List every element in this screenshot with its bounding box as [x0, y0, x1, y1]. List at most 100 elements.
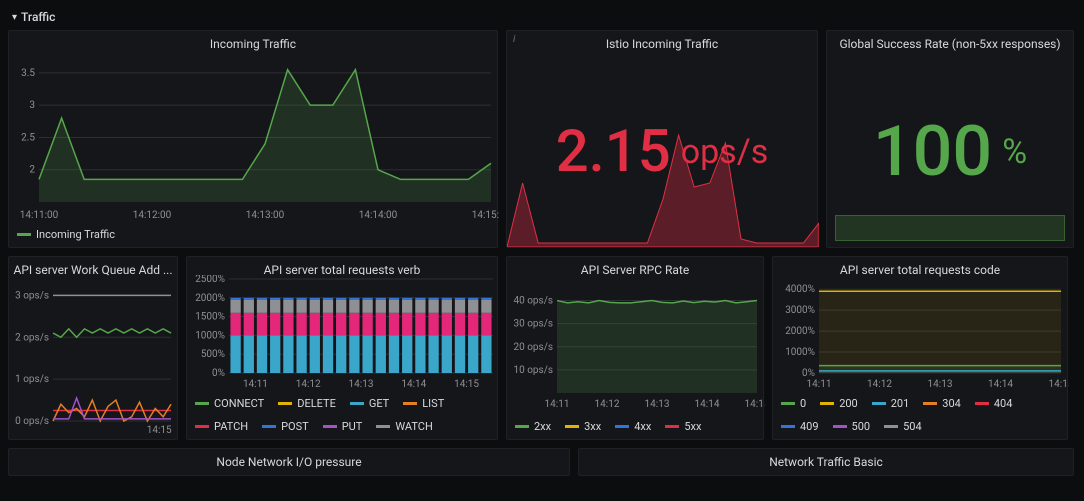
legend-item[interactable]: 0 — [781, 397, 806, 410]
panel-node-io[interactable]: Node Network I/O pressure — [8, 448, 570, 476]
legend-item[interactable]: 4xx — [615, 420, 651, 433]
svg-text:10 ops/s: 10 ops/s — [514, 365, 554, 376]
panel-workqueue[interactable]: API server Work Queue Add ... 0 ops/s1 o… — [8, 256, 178, 440]
svg-text:2000%: 2000% — [785, 326, 815, 337]
legend-code: 0 200 201 304 404 409 500 504 — [773, 393, 1067, 439]
legend-item[interactable]: 200 — [820, 397, 858, 410]
svg-text:14:14: 14:14 — [401, 379, 426, 390]
legend-rpc: 2xx 3xx 4xx 5xx — [507, 416, 763, 439]
legend-swatch — [17, 233, 31, 236]
svg-text:3: 3 — [29, 100, 35, 111]
legend-swatch — [350, 402, 364, 405]
section-header-traffic[interactable]: ▾ Traffic — [8, 4, 1076, 30]
svg-text:14:14:00: 14:14:00 — [359, 210, 398, 221]
legend-item[interactable]: 504 — [884, 420, 922, 433]
success-value: 100 — [873, 111, 992, 193]
svg-text:14:15:00: 14:15:00 — [472, 210, 499, 221]
svg-text:1 ops/s: 1 ops/s — [15, 374, 49, 385]
legend-label: POST — [281, 420, 309, 433]
legend-swatch — [781, 425, 795, 428]
svg-text:30 ops/s: 30 ops/s — [514, 319, 554, 330]
legend-label: WATCH — [395, 420, 432, 433]
panel-rpc[interactable]: API Server RPC Rate 10 ops/s20 ops/s30 o… — [506, 256, 764, 440]
legend-item[interactable]: DELETE — [278, 397, 336, 410]
legend-swatch — [884, 425, 898, 428]
legend-label: 0 — [800, 397, 806, 410]
legend-swatch — [615, 425, 629, 428]
svg-text:3000%: 3000% — [785, 305, 815, 316]
svg-text:2.5: 2.5 — [21, 132, 35, 143]
panel-title: API Server RPC Rate — [507, 257, 763, 283]
legend-item[interactable]: 409 — [781, 420, 819, 433]
legend-label: LIST — [422, 397, 444, 410]
svg-text:14:12: 14:12 — [595, 399, 620, 410]
legend-label: 504 — [903, 420, 922, 433]
legend-item[interactable]: 404 — [975, 397, 1013, 410]
legend-item[interactable]: 5xx — [665, 420, 701, 433]
legend-label: 500 — [852, 420, 871, 433]
panel-title: API server total requests verb — [187, 257, 497, 275]
legend-swatch — [975, 402, 989, 405]
chevron-down-icon: ▾ — [12, 12, 17, 23]
legend-item[interactable]: CONNECT — [195, 397, 264, 410]
svg-text:0 ops/s: 0 ops/s — [15, 416, 49, 427]
svg-text:14:12: 14:12 — [296, 379, 321, 390]
legend-item[interactable]: 2xx — [515, 420, 551, 433]
success-bar — [835, 215, 1065, 241]
svg-text:14:12: 14:12 — [867, 379, 892, 390]
panel-title: API server total requests code — [773, 257, 1067, 279]
legend-item[interactable]: Incoming Traffic — [17, 228, 115, 241]
legend-label: 404 — [994, 397, 1013, 410]
legend-item[interactable]: 201 — [872, 397, 910, 410]
legend-label: 201 — [891, 397, 910, 410]
svg-text:2: 2 — [29, 165, 35, 176]
panel-incoming-traffic[interactable]: Incoming Traffic 2 2.5 3 3.5 14:11:00 14:12:0… — [8, 30, 498, 248]
panel-istio-incoming[interactable]: i Istio Incoming Traffic 2.15 ops/s — [506, 30, 818, 248]
svg-text:3.5: 3.5 — [21, 68, 35, 79]
legend-label: DELETE — [297, 397, 336, 410]
svg-text:14:11:00: 14:11:00 — [20, 210, 59, 221]
panel-net-basic[interactable]: Network Traffic Basic — [578, 448, 1074, 476]
legend-swatch — [781, 402, 795, 405]
legend-item[interactable]: 304 — [923, 397, 961, 410]
legend-item[interactable]: PATCH — [195, 420, 248, 433]
legend-swatch — [872, 402, 886, 405]
legend-label: 409 — [800, 420, 819, 433]
legend-item[interactable]: PUT — [323, 420, 363, 433]
legend-item[interactable]: LIST — [403, 397, 444, 410]
legend-label: 5xx — [684, 420, 701, 433]
panel-code[interactable]: API server total requests code 0%1000%20… — [772, 256, 1068, 440]
chart-code: 0%1000%2000%3000%4000%14:1114:1214:1314:… — [773, 279, 1069, 393]
legend-verb: CONNECT DELETE GET LIST PATCH POST PUT WATCH — [187, 393, 497, 439]
chart-workqueue: 0 ops/s1 ops/s2 ops/s3 ops/s14:15 — [9, 281, 179, 439]
legend-label: 4xx — [634, 420, 651, 433]
svg-text:14:13: 14:13 — [349, 379, 374, 390]
svg-text:14:12:00: 14:12:00 — [133, 210, 172, 221]
chart-rpc: 10 ops/s20 ops/s30 ops/s40 ops/s14:1114:… — [507, 283, 765, 413]
svg-text:14:15: 14:15 — [745, 399, 765, 410]
panel-success-rate[interactable]: Global Success Rate (non-5xx responses) … — [826, 30, 1074, 248]
svg-text:14:11: 14:11 — [243, 379, 268, 390]
svg-text:0%: 0% — [802, 368, 815, 379]
svg-text:40 ops/s: 40 ops/s — [514, 296, 554, 307]
legend-item[interactable]: POST — [262, 420, 309, 433]
panel-verb[interactable]: API server total requests verb 0%500%100… — [186, 256, 498, 440]
info-icon: i — [513, 34, 515, 45]
svg-text:1500%: 1500% — [195, 312, 225, 323]
legend-swatch — [376, 425, 390, 428]
panel-title: Istio Incoming Traffic — [507, 31, 817, 57]
legend-label: 3xx — [584, 420, 601, 433]
svg-text:2500%: 2500% — [195, 275, 225, 285]
panel-title: Global Success Rate (non-5xx responses) — [827, 31, 1073, 57]
legend-item[interactable]: 3xx — [565, 420, 601, 433]
svg-text:4000%: 4000% — [785, 284, 815, 295]
istio-value: 2.15 — [556, 118, 671, 186]
legend-label: 304 — [942, 397, 961, 410]
svg-text:14:11: 14:11 — [545, 399, 570, 410]
legend-item[interactable]: 500 — [833, 420, 871, 433]
panel-title: Incoming Traffic — [9, 31, 497, 54]
legend-item[interactable]: GET — [350, 397, 389, 410]
panel-title: Network Traffic Basic — [579, 449, 1073, 475]
legend-swatch — [515, 425, 529, 428]
legend-item[interactable]: WATCH — [376, 420, 432, 433]
